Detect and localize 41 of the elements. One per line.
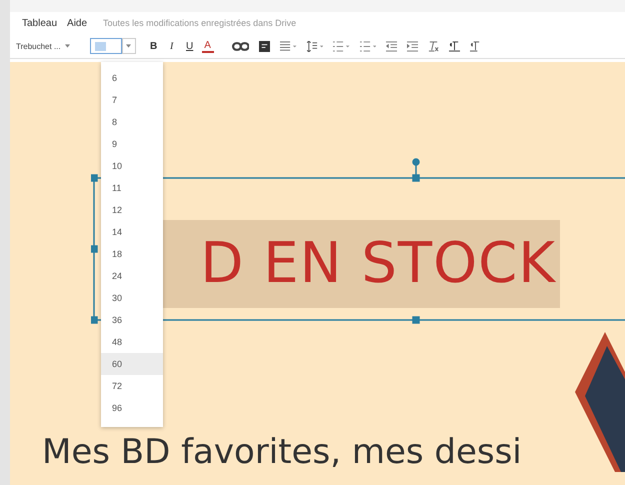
caret-icon [126,44,132,48]
menu-item[interactable]: Aide [67,18,88,28]
selected-text-highlight [94,42,106,50]
font-size-option[interactable]: 18 [101,243,163,265]
clear-formatting-icon[interactable] [428,40,440,52]
menu-item[interactable]: Tableau [22,18,58,28]
font-size-option[interactable]: 8 [101,111,163,133]
format-button[interactable]: I [166,40,178,52]
indent-decrease-icon[interactable] [386,40,398,52]
bulleted-list-icon[interactable] [360,40,376,52]
indent-increase-icon[interactable] [407,40,418,52]
font-size-option[interactable]: 48 [101,331,163,353]
format-button[interactable]: U [184,40,196,52]
font-size-option[interactable]: 60 [101,353,163,375]
caret-icon [64,44,70,48]
text-direction-icon[interactable] [470,40,482,52]
text-direction-icon[interactable] [449,40,460,52]
font-size-option[interactable]: 12 [101,199,163,221]
font-size-option[interactable]: 6 [101,67,163,89]
align-icon[interactable] [280,40,297,52]
font-size-option[interactable]: 36 [101,309,163,331]
font-size-option[interactable]: 30 [101,287,163,309]
font-size-field[interactable] [90,38,122,54]
format-button[interactable]: B [148,40,160,52]
comment-icon[interactable] [259,40,270,52]
font-size-option[interactable]: 7 [101,89,163,111]
font-size-option[interactable]: 24 [101,265,163,287]
font-size-option[interactable]: 72 [101,375,163,397]
font-size-option[interactable]: 10 [101,155,163,177]
font-size-option[interactable]: 9 [101,133,163,155]
font-dropdown[interactable]: Trebuchet ... [16,42,70,50]
font-size-option[interactable]: 11 [101,177,163,199]
save-status: Toutes les modifications enregistrées dans Drive [103,18,296,28]
slide-subtitle[interactable]: Mes BD favorites, mes dessi [42,432,522,472]
link-icon[interactable] [232,40,250,52]
numbered-list-icon[interactable] [333,40,350,52]
font-size-option[interactable]: 14 [101,221,163,243]
line-spacing-icon[interactable] [306,40,324,52]
font-size-option[interactable]: 96 [101,397,163,419]
format-button[interactable]: A [202,40,214,52]
font-size-dropdown-button[interactable] [122,38,136,54]
